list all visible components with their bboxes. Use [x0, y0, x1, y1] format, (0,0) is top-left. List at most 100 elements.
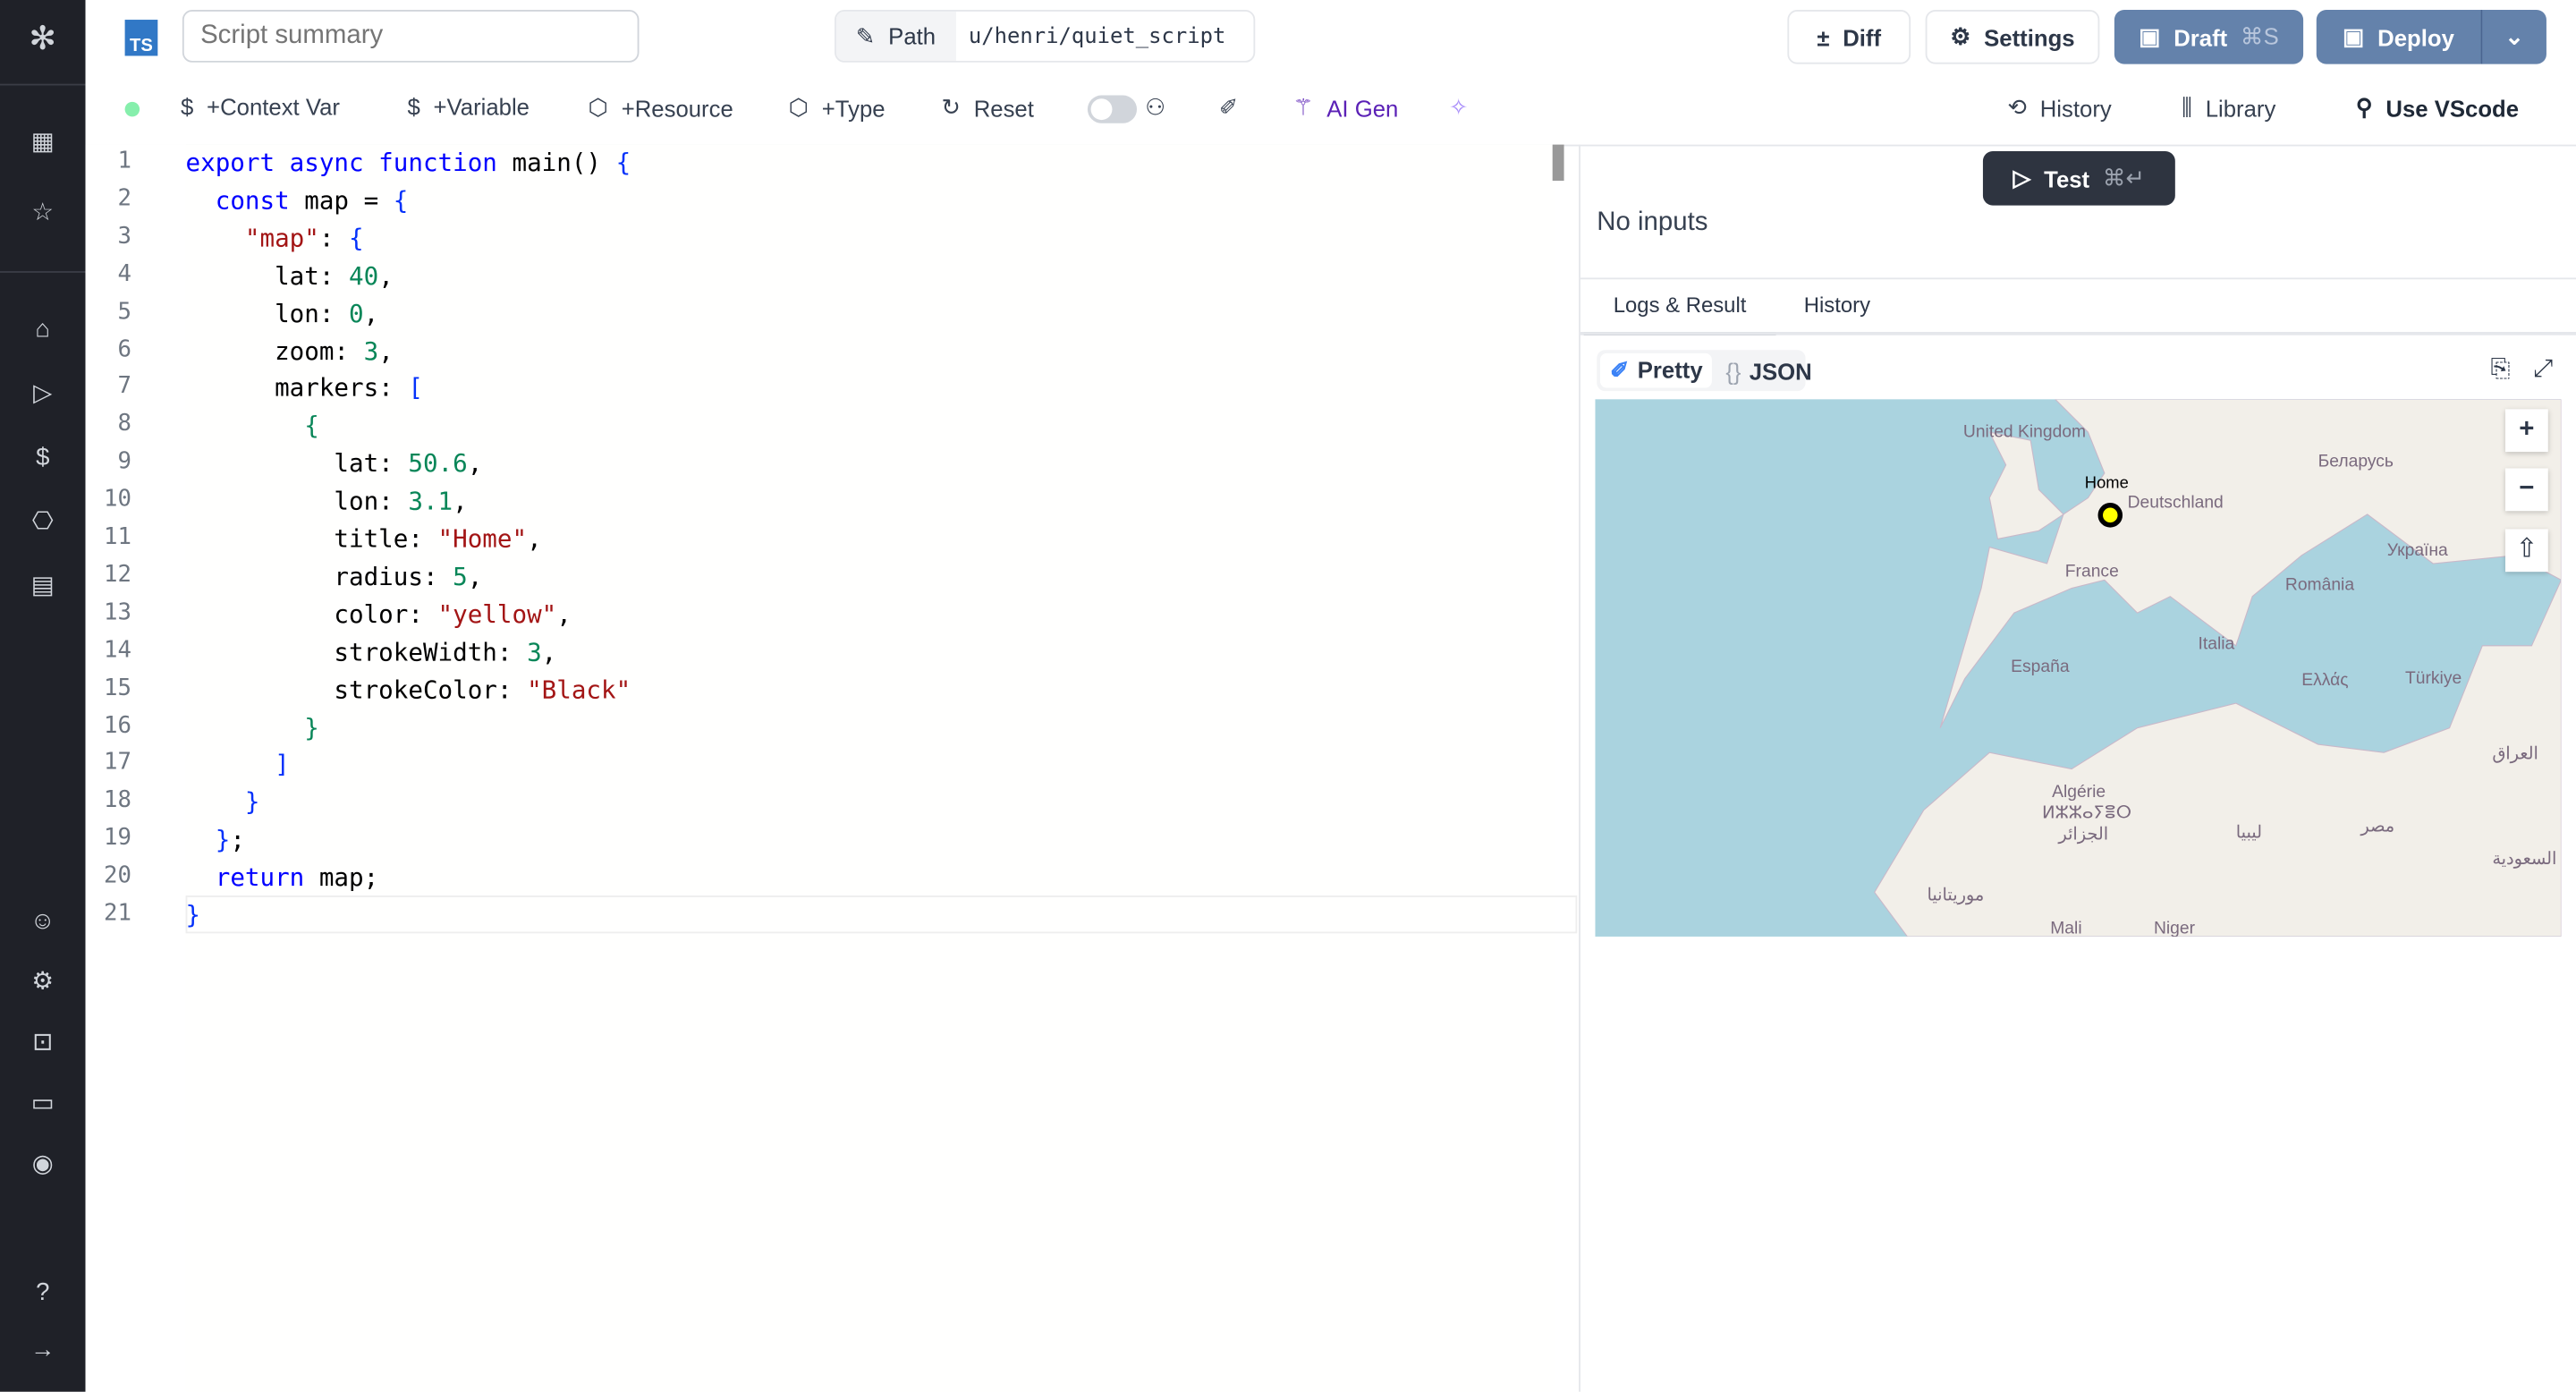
- ai-gen-button[interactable]: ⚚ AI Gen: [1293, 94, 1399, 122]
- line-number: 13: [103, 599, 131, 626]
- code-token: ,: [378, 335, 394, 366]
- code-line: export async function main() {: [186, 148, 631, 177]
- library-button[interactable]: ⫼ Library: [2182, 94, 2275, 122]
- fullscreen-icon[interactable]: ⤢: [2533, 355, 2553, 383]
- typescript-badge: TS: [124, 20, 158, 56]
- chevron-down-icon: ⌄: [2504, 22, 2524, 50]
- context-var-button[interactable]: $ +Context Var: [181, 94, 340, 120]
- vscode-button[interactable]: ⚲ Use VScode: [2356, 94, 2519, 122]
- map-marker[interactable]: [2097, 503, 2123, 528]
- summary-input[interactable]: [182, 10, 640, 63]
- resource-button[interactable]: ⬡ +Resource: [589, 94, 733, 122]
- windmill-logo-icon[interactable]: ✻: [26, 23, 59, 56]
- code-token: }: [304, 712, 319, 743]
- collab-toggle[interactable]: [1087, 95, 1138, 123]
- variable-button[interactable]: $ +Variable: [408, 94, 530, 120]
- settings-button[interactable]: ⚙ Settings: [1925, 10, 2100, 64]
- line-number: 6: [117, 335, 131, 362]
- zoom-in-button[interactable]: +: [2505, 409, 2548, 453]
- reset-view-icon[interactable]: ⇧: [2505, 529, 2548, 573]
- map-label: Ελλάς: [2301, 670, 2349, 691]
- path-label: Path: [888, 22, 936, 50]
- line-number: 4: [117, 260, 131, 287]
- history-icon: ⟲: [2007, 93, 2028, 121]
- code-line: }: [186, 901, 201, 930]
- path-field[interactable]: ✎ Path u/henri/quiet_script: [835, 10, 1256, 63]
- code-token: ,: [541, 637, 557, 667]
- line-number: 17: [103, 750, 131, 777]
- pretty-tab[interactable]: ✐ Pretty: [1599, 352, 1713, 388]
- save-icon: ▣: [2139, 22, 2161, 50]
- map-label: Algérie: [2052, 782, 2106, 802]
- dollar-icon[interactable]: $: [26, 442, 59, 475]
- user-icon[interactable]: ☺: [26, 905, 59, 938]
- building-icon[interactable]: ▦: [26, 126, 59, 159]
- code-line: radius: 5,: [186, 562, 483, 591]
- code-token: markers:: [185, 373, 409, 403]
- code-token: 40: [349, 260, 379, 291]
- status-dot: [124, 101, 140, 117]
- play-icon[interactable]: ▷: [26, 378, 59, 411]
- expand-arrow-icon[interactable]: →: [26, 1334, 59, 1367]
- current-line-highlight: [185, 895, 1578, 934]
- copy-icon[interactable]: ⎘: [2490, 355, 2510, 383]
- map-label: ليبيا: [2235, 823, 2263, 844]
- calendar-icon[interactable]: ▤: [26, 570, 59, 603]
- scrollbar[interactable]: [1552, 144, 1564, 182]
- map-label: Mali: [2050, 918, 2082, 937]
- map-view[interactable]: United Kingdom Беларусь Deutschland Україна…: [1595, 399, 2562, 937]
- json-label: JSON: [1749, 357, 1812, 384]
- tab-logs-result[interactable]: Logs & Result: [1583, 279, 1776, 335]
- diff-button[interactable]: ± Diff: [1787, 10, 1911, 64]
- eye-icon[interactable]: ◉: [26, 1149, 59, 1182]
- history-button[interactable]: ⟲ History: [2007, 94, 2111, 122]
- folder-icon[interactable]: ▭: [26, 1088, 59, 1121]
- deploy-button[interactable]: ▣ Deploy: [2316, 10, 2481, 64]
- gear-icon[interactable]: ⚙: [26, 966, 59, 999]
- deploy-dropdown-button[interactable]: ⌄: [2480, 10, 2546, 64]
- code-token: "map": [244, 223, 319, 253]
- draft-shortcut: ⌘S: [2240, 22, 2279, 50]
- play-icon: ▷: [2012, 164, 2031, 191]
- ai-fix-icon[interactable]: ✧: [1449, 94, 1469, 122]
- map-label: România: [2284, 574, 2355, 595]
- deploy-label: Deploy: [2377, 23, 2454, 51]
- tab-history[interactable]: History: [1804, 279, 1870, 332]
- code-line: ]: [186, 750, 290, 779]
- type-button[interactable]: ⬡ +Type: [789, 94, 886, 122]
- path-value[interactable]: u/henri/quiet_script: [955, 12, 1239, 61]
- map-label: United Kingdom: [1962, 422, 2087, 443]
- package-icon: ⬡: [788, 93, 809, 121]
- braces-icon: {}: [1725, 357, 1741, 384]
- reset-button[interactable]: ↻ Reset: [941, 94, 1033, 122]
- resources-icon[interactable]: ⎔: [26, 506, 59, 539]
- settings-label: Settings: [1984, 23, 2075, 51]
- view-toggle: ✐ Pretty {} JSON: [1597, 350, 1812, 392]
- code-token: {: [349, 223, 364, 253]
- code-line: {: [186, 412, 319, 441]
- code-line: lat: 50.6,: [186, 449, 483, 479]
- brush-icon[interactable]: ✐: [1219, 94, 1239, 122]
- code-token: {: [393, 185, 409, 216]
- line-number: 10: [103, 486, 131, 514]
- line-number: 20: [103, 862, 131, 889]
- draft-button[interactable]: ▣ Draft ⌘S: [2114, 10, 2304, 64]
- code-editor[interactable]: 1 export async function main() {2 const m…: [85, 144, 1578, 1392]
- code-token: 3.1: [408, 486, 453, 516]
- line-number: 21: [103, 900, 131, 927]
- code-line: zoom: 3,: [186, 336, 394, 366]
- help-icon[interactable]: ?: [26, 1277, 59, 1310]
- json-tab[interactable]: {} JSON: [1716, 354, 1821, 387]
- code-token: ,: [363, 298, 379, 328]
- code-token: :: [318, 223, 350, 253]
- bot-icon[interactable]: ⊡: [26, 1027, 59, 1060]
- test-button[interactable]: ▷ Test ⌘↵: [1982, 150, 2175, 206]
- star-icon[interactable]: ☆: [26, 197, 59, 230]
- home-icon[interactable]: ⌂: [26, 314, 59, 347]
- library-icon: ⫼: [2182, 93, 2193, 121]
- zoom-out-button[interactable]: −: [2505, 468, 2548, 512]
- code-line: lon: 0,: [186, 298, 379, 328]
